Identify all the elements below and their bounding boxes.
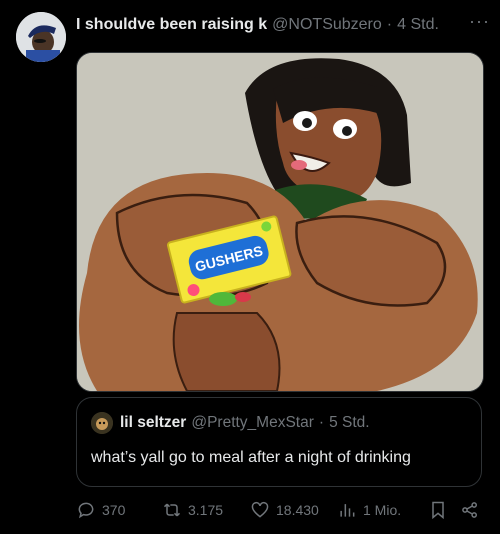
more-options-icon[interactable]: ··· xyxy=(469,13,490,32)
tweet: I shouldve been raising k @NOTSubzero · … xyxy=(0,0,500,534)
share-button[interactable] xyxy=(460,500,480,520)
quoted-tweet-header: lil seltzer @Pretty_MexStar · 5 Std. xyxy=(91,412,471,434)
author-avatar-image xyxy=(16,12,66,62)
quoted-avatar-image xyxy=(91,412,113,434)
speech-bubble-icon xyxy=(78,502,94,519)
bar-chart-icon xyxy=(340,504,355,517)
quoted-tweet-text: what’s yall go to meal after a night of … xyxy=(91,449,411,466)
repost-count: 3.175 xyxy=(188,502,224,518)
like-count: 18.430 xyxy=(276,502,319,518)
author-display-name[interactable]: I shouldve been raising k xyxy=(76,16,267,34)
post-image[interactable]: GUSHERS xyxy=(76,52,484,392)
bookmark-button[interactable] xyxy=(428,500,448,520)
author-handle[interactable]: @NOTSubzero xyxy=(272,16,382,34)
share-icon xyxy=(462,502,477,518)
heart-icon xyxy=(251,501,269,518)
views-button[interactable]: 1 Mio. xyxy=(337,500,401,520)
cartoon-illustration: GUSHERS xyxy=(77,53,483,391)
quoted-timestamp[interactable]: 5 Std. xyxy=(329,414,370,432)
action-bar: 370 3.175 18.430 1 Mio. xyxy=(76,498,486,522)
tweet-header: I shouldve been raising k @NOTSubzero · … xyxy=(76,13,492,37)
author-avatar[interactable] xyxy=(16,12,66,62)
quoted-author-avatar[interactable] xyxy=(91,412,113,434)
quoted-author-display-name[interactable]: lil seltzer xyxy=(120,414,186,432)
view-count: 1 Mio. xyxy=(363,502,402,518)
reply-count: 370 xyxy=(102,502,126,518)
quoted-author-handle[interactable]: @Pretty_MexStar xyxy=(191,414,314,432)
separator-dot: · xyxy=(386,16,393,33)
like-button[interactable]: 18.430 xyxy=(250,500,319,520)
quoted-tweet[interactable]: lil seltzer @Pretty_MexStar · 5 Std. wha… xyxy=(76,397,482,487)
post-timestamp[interactable]: 4 Std. xyxy=(397,16,439,34)
quoted-separator-dot: · xyxy=(318,414,325,431)
repost-arrows-icon xyxy=(163,503,181,517)
repost-button[interactable]: 3.175 xyxy=(162,500,223,520)
reply-button[interactable]: 370 xyxy=(76,500,125,520)
bookmark-icon xyxy=(432,501,444,520)
